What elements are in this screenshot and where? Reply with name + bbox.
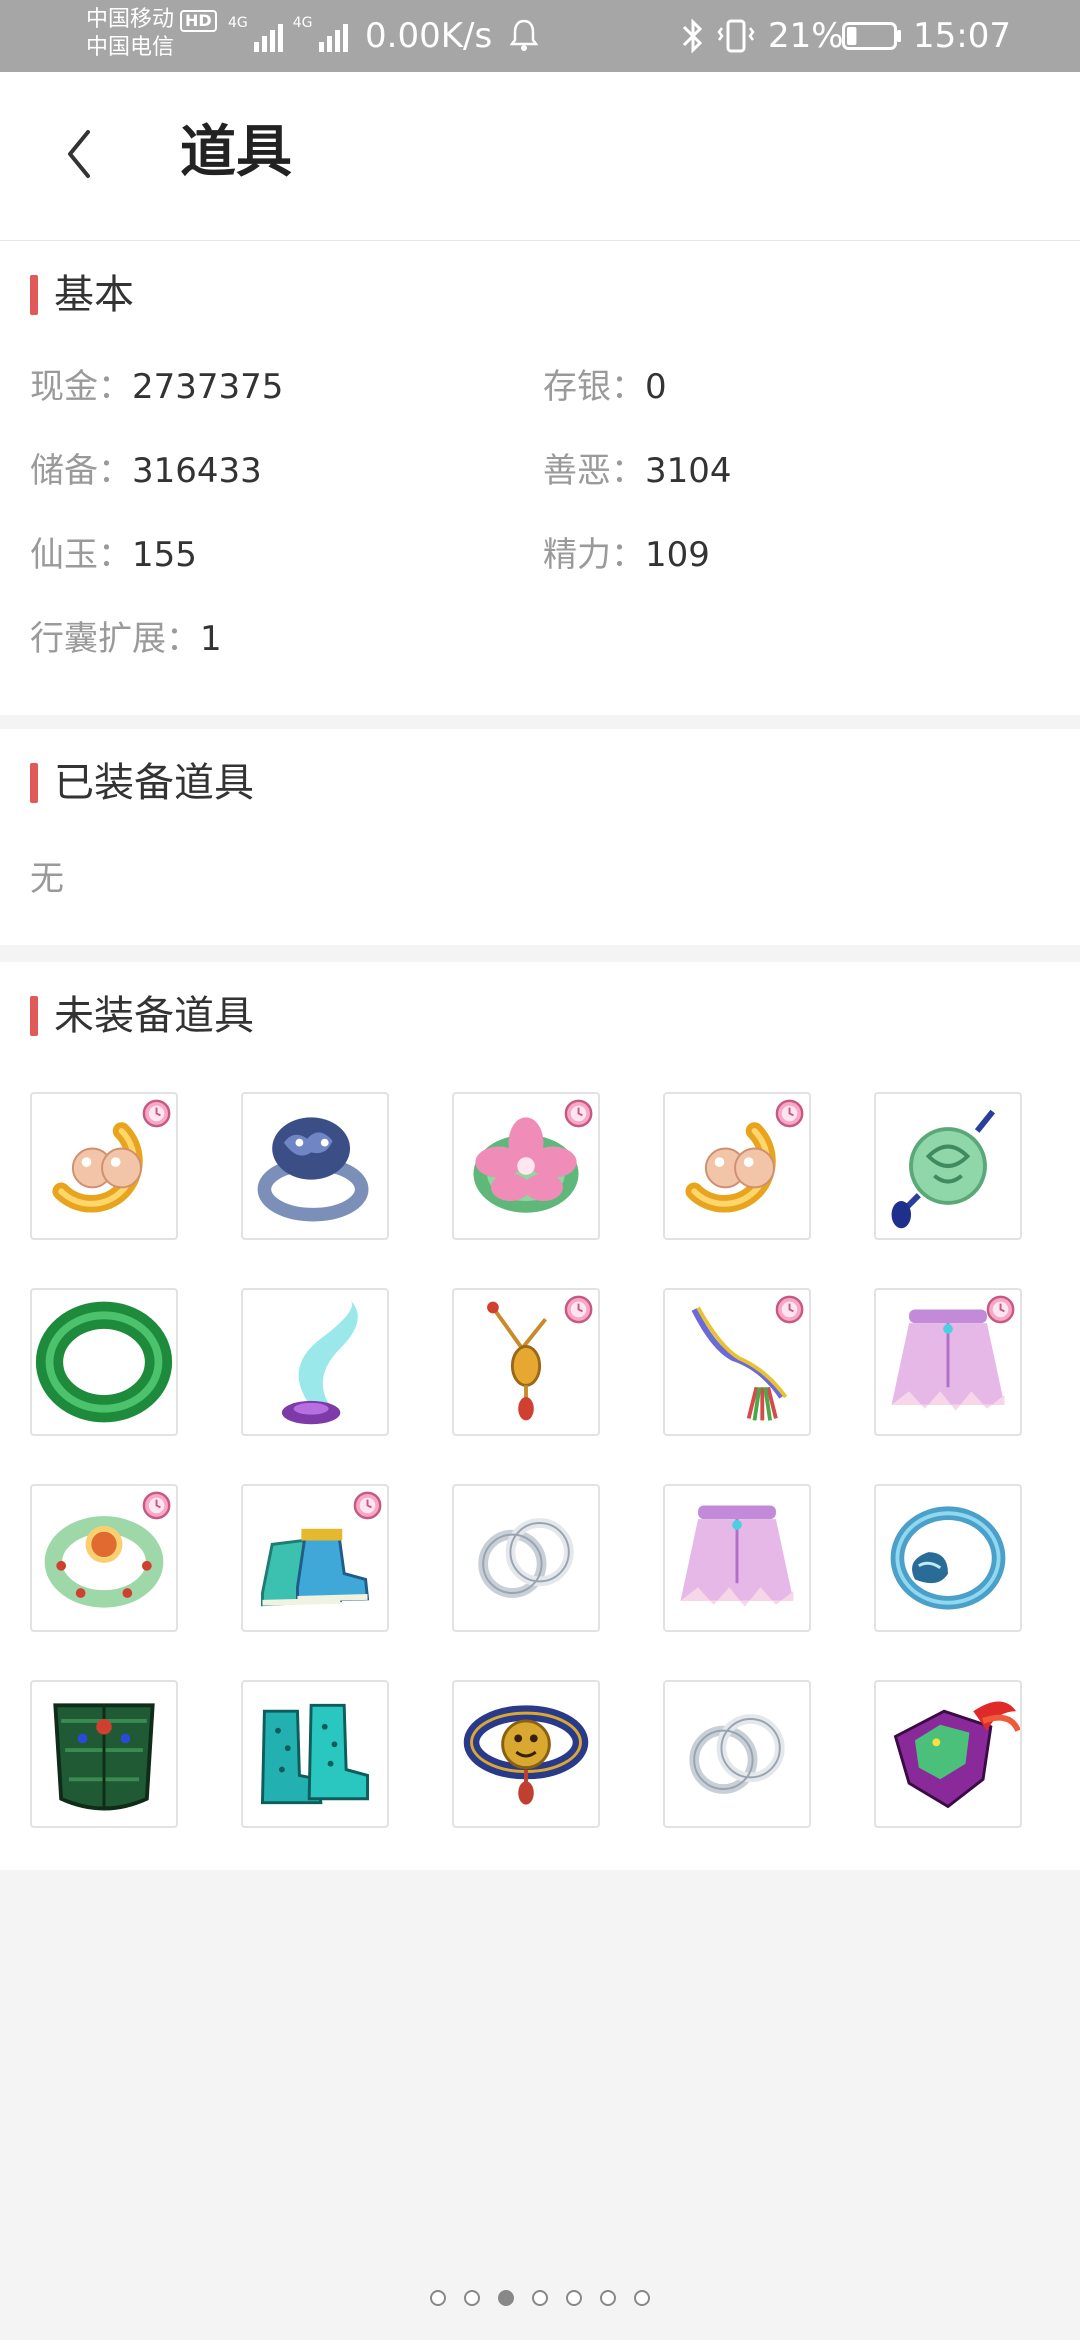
field-reserve: 储备：316433 bbox=[30, 451, 262, 491]
page-indicator bbox=[0, 2290, 1080, 2306]
item-slot[interactable] bbox=[452, 1288, 600, 1436]
battery-percent: 21% bbox=[768, 16, 844, 56]
equipped-empty-text: 无 bbox=[30, 859, 64, 899]
item-slot[interactable] bbox=[663, 1288, 811, 1436]
page-dot[interactable] bbox=[430, 2290, 446, 2306]
item-slot[interactable] bbox=[30, 1484, 178, 1632]
carrier-1: 中国移动 bbox=[86, 7, 175, 32]
item-slot[interactable] bbox=[241, 1092, 389, 1240]
equipped-items-card: 已装备道具 无 bbox=[0, 729, 1080, 945]
item-slot[interactable] bbox=[452, 1680, 600, 1828]
jade-bangle-icon bbox=[44, 1491, 171, 1608]
back-arrow-icon[interactable] bbox=[60, 124, 100, 184]
net-tag-2: 4G bbox=[292, 15, 313, 31]
item-slot[interactable] bbox=[874, 1092, 1022, 1240]
gold-pendant-necklace-icon bbox=[487, 1295, 593, 1421]
item-slot[interactable] bbox=[452, 1092, 600, 1240]
item-slot[interactable] bbox=[663, 1680, 811, 1828]
item-slot[interactable] bbox=[241, 1484, 389, 1632]
page-dot[interactable] bbox=[634, 2290, 650, 2306]
pink-skirt-icon bbox=[680, 1505, 794, 1607]
hd-badge: HD bbox=[180, 10, 217, 32]
jade-bracelet-icon bbox=[35, 1301, 173, 1423]
page-dot[interactable] bbox=[600, 2290, 616, 2306]
field-bag-expansion: 行囊扩展：1 bbox=[30, 619, 222, 659]
section-title-unequipped: 未装备道具 bbox=[30, 992, 254, 1040]
lion-head-belt-icon bbox=[463, 1705, 589, 1805]
item-slot[interactable] bbox=[874, 1484, 1022, 1632]
teal-sneakers-icon bbox=[261, 1491, 382, 1607]
item-slot[interactable] bbox=[663, 1484, 811, 1632]
silver-double-ring-icon bbox=[689, 1714, 785, 1794]
page-dot[interactable] bbox=[532, 2290, 548, 2306]
teal-boots-icon bbox=[260, 1703, 369, 1805]
app-header: 道具 bbox=[0, 72, 1080, 241]
timer-badge-icon bbox=[986, 1295, 1015, 1324]
timer-badge-icon bbox=[353, 1491, 382, 1520]
rainbow-cord-icon bbox=[691, 1295, 804, 1421]
net-speed: 0.00K/s bbox=[365, 16, 493, 56]
battery-icon bbox=[842, 22, 901, 50]
item-slot[interactable] bbox=[30, 1092, 178, 1240]
jade-pendant-icon bbox=[891, 1109, 996, 1229]
field-energy: 精力：109 bbox=[543, 535, 710, 575]
jade-flower-ring-icon bbox=[473, 1099, 593, 1213]
bluetooth-icon bbox=[682, 18, 703, 54]
section-title-basic: 基本 bbox=[30, 271, 134, 319]
gold-pearl-earring-icon bbox=[685, 1099, 804, 1213]
item-slot[interactable] bbox=[874, 1288, 1022, 1436]
item-slot[interactable] bbox=[663, 1092, 811, 1240]
item-slot[interactable] bbox=[30, 1680, 178, 1828]
pink-skirt-icon bbox=[891, 1295, 1015, 1411]
notification-bell-icon bbox=[510, 19, 538, 51]
timer-badge-icon bbox=[564, 1099, 593, 1128]
magic-lamp-icon bbox=[281, 1299, 358, 1425]
item-slot[interactable] bbox=[30, 1288, 178, 1436]
field-karma: 善恶：3104 bbox=[543, 451, 732, 491]
field-cash: 现金：2737375 bbox=[30, 367, 284, 407]
timer-badge-icon bbox=[142, 1099, 171, 1128]
signal-icon: 4G bbox=[228, 16, 283, 52]
status-bar: 中国移动 HD 中国电信 4G 4G 0.00K/s 21% 15:07 bbox=[0, 0, 1080, 72]
vibrate-icon bbox=[717, 19, 755, 53]
green-armor-icon bbox=[53, 1703, 155, 1811]
page-title: 道具 bbox=[180, 120, 292, 185]
page-dot[interactable] bbox=[498, 2290, 514, 2306]
carrier-2: 中国电信 bbox=[86, 35, 175, 60]
blue-dragon-bracelet-icon bbox=[890, 1506, 1006, 1610]
timer-badge-icon bbox=[564, 1295, 593, 1324]
item-slot[interactable] bbox=[241, 1288, 389, 1436]
timer-badge-icon bbox=[775, 1099, 804, 1128]
page-dot[interactable] bbox=[566, 2290, 582, 2306]
carrier-info: 中国移动 HD 中国电信 bbox=[86, 6, 217, 62]
item-slot[interactable] bbox=[452, 1484, 600, 1632]
field-deposit: 存银：0 bbox=[543, 367, 667, 407]
signal-icon: 4G bbox=[293, 16, 348, 52]
purple-dragon-helmet-icon bbox=[893, 1701, 1020, 1809]
signal-indicators: 4G 4G bbox=[228, 16, 348, 52]
unequipped-items-card: 未装备道具 bbox=[0, 962, 1080, 1870]
section-title-equipped: 已装备道具 bbox=[30, 759, 254, 807]
item-slot[interactable] bbox=[241, 1680, 389, 1828]
field-jade: 仙玉：155 bbox=[30, 535, 197, 575]
silver-double-ring-icon bbox=[478, 1518, 574, 1598]
gold-pearl-earring-icon bbox=[52, 1099, 171, 1213]
basic-info-card: 基本 现金：2737375 存银：0 储备：316433 善恶：3104 仙玉：… bbox=[0, 241, 1080, 715]
page-dot[interactable] bbox=[464, 2290, 480, 2306]
timer-badge-icon bbox=[775, 1295, 804, 1324]
clock: 15:07 bbox=[913, 16, 1011, 56]
net-tag-1: 4G bbox=[228, 15, 248, 31]
blue-dragon-ring-icon bbox=[257, 1117, 369, 1222]
item-slot[interactable] bbox=[874, 1680, 1022, 1828]
timer-badge-icon bbox=[142, 1491, 171, 1520]
